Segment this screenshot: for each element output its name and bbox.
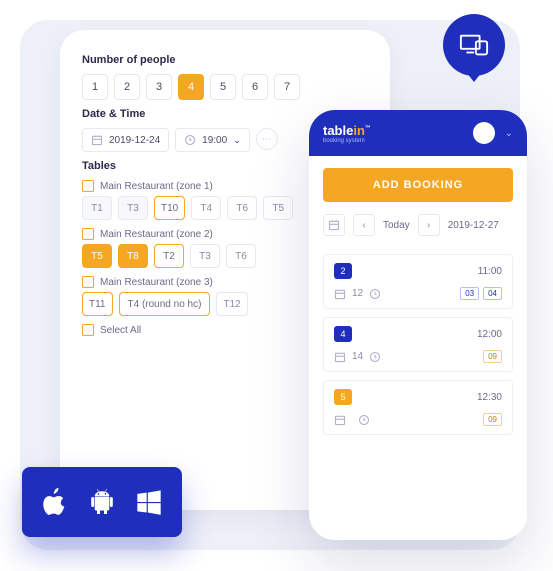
table-option[interactable]: T5: [263, 196, 293, 220]
zone-label: Main Restaurant (zone 2): [100, 229, 213, 240]
brand: tablein™ booking system: [323, 122, 371, 144]
select-all-label: Select All: [100, 325, 141, 336]
bookings-list: 2 11:00 12 03 04 4 12:00 14 09 5 12:30 09: [309, 246, 527, 443]
calendar-icon: [334, 351, 346, 363]
time-field[interactable]: 19:00 ⌄: [175, 128, 250, 152]
booking-tags: 09: [483, 350, 502, 363]
checkbox-icon: [82, 180, 94, 192]
booking-tags: 03 04: [460, 287, 502, 300]
zone-label: Main Restaurant (zone 3): [100, 277, 213, 288]
next-day-button[interactable]: ›: [418, 214, 440, 236]
calendar-icon: [334, 288, 346, 300]
booking-card[interactable]: 5 12:30 09: [323, 380, 513, 435]
booking-num: 4: [334, 326, 352, 342]
calendar-icon: [328, 219, 340, 231]
zone-label: Main Restaurant (zone 1): [100, 181, 213, 192]
checkbox-icon: [82, 276, 94, 288]
booking-time: 12:00: [477, 329, 502, 340]
clock-icon: [358, 414, 370, 426]
people-option[interactable]: 3: [146, 74, 172, 100]
table-option[interactable]: T6: [226, 244, 256, 268]
checkbox-icon: [82, 228, 94, 240]
calendar-icon: [334, 414, 346, 426]
brand-b: in: [353, 123, 365, 138]
table-option[interactable]: T1: [82, 196, 112, 220]
chevron-down-icon: ⌄: [233, 135, 241, 146]
booking-tag: 04: [483, 287, 502, 300]
table-option[interactable]: T3: [118, 196, 148, 220]
table-option[interactable]: T4 (round no hc): [119, 292, 211, 316]
calendar-icon: [91, 134, 103, 146]
booking-num: 5: [334, 389, 352, 405]
people-option[interactable]: 2: [114, 74, 140, 100]
table-option[interactable]: T10: [154, 196, 185, 220]
today-label[interactable]: Today: [383, 220, 410, 231]
platforms-badge: [22, 467, 182, 537]
people-option[interactable]: 7: [274, 74, 300, 100]
booking-tag: 03: [460, 287, 479, 300]
table-option[interactable]: T4: [191, 196, 221, 220]
phone-header: tablein™ booking system ⌄: [309, 110, 527, 156]
calendar-button[interactable]: [323, 214, 345, 236]
booking-num: 2: [334, 263, 352, 279]
table-option[interactable]: T6: [227, 196, 257, 220]
current-date: 2019-12-27: [448, 220, 499, 231]
phone-mockup: tablein™ booking system ⌄ ADD BOOKING ‹ …: [309, 110, 527, 540]
booking-count: 12: [352, 288, 363, 299]
devices-icon: [459, 33, 489, 57]
booking-count: 14: [352, 351, 363, 362]
people-option[interactable]: 5: [210, 74, 236, 100]
booking-time: 12:30: [477, 392, 502, 403]
table-option[interactable]: T11: [82, 292, 113, 316]
more-button[interactable]: ⋯: [256, 128, 278, 150]
booking-card[interactable]: 2 11:00 12 03 04: [323, 254, 513, 309]
clock-icon: [369, 288, 381, 300]
people-label: Number of people: [82, 54, 368, 66]
people-option[interactable]: 4: [178, 74, 204, 100]
booking-tag: 09: [483, 413, 502, 426]
brand-subtitle: booking system: [323, 138, 371, 144]
date-field[interactable]: 2019-12-24: [82, 128, 169, 152]
people-row: 1234567: [82, 74, 368, 100]
booking-time: 11:00: [478, 266, 502, 277]
devices-bubble: [443, 14, 505, 76]
booking-tags: 09: [483, 413, 502, 426]
table-option[interactable]: T8: [118, 244, 148, 268]
apple-icon: [41, 488, 69, 516]
table-option[interactable]: T5: [82, 244, 112, 268]
windows-icon: [135, 488, 163, 516]
table-option[interactable]: T2: [154, 244, 184, 268]
people-option[interactable]: 6: [242, 74, 268, 100]
chevron-down-icon[interactable]: ⌄: [505, 128, 513, 139]
brand-a: table: [323, 123, 353, 138]
booking-card[interactable]: 4 12:00 14 09: [323, 317, 513, 372]
add-booking-button[interactable]: ADD BOOKING: [323, 168, 513, 202]
table-option[interactable]: T12: [216, 292, 247, 316]
avatar[interactable]: [473, 122, 495, 144]
people-option[interactable]: 1: [82, 74, 108, 100]
clock-icon: [184, 134, 196, 146]
clock-icon: [369, 351, 381, 363]
checkbox-icon: [82, 324, 94, 336]
prev-day-button[interactable]: ‹: [353, 214, 375, 236]
booking-tag: 09: [483, 350, 502, 363]
date-value: 2019-12-24: [109, 135, 160, 146]
time-value: 19:00: [202, 135, 227, 146]
date-nav: ‹ Today › 2019-12-27: [309, 214, 527, 246]
android-icon: [88, 488, 116, 516]
table-option[interactable]: T3: [190, 244, 220, 268]
